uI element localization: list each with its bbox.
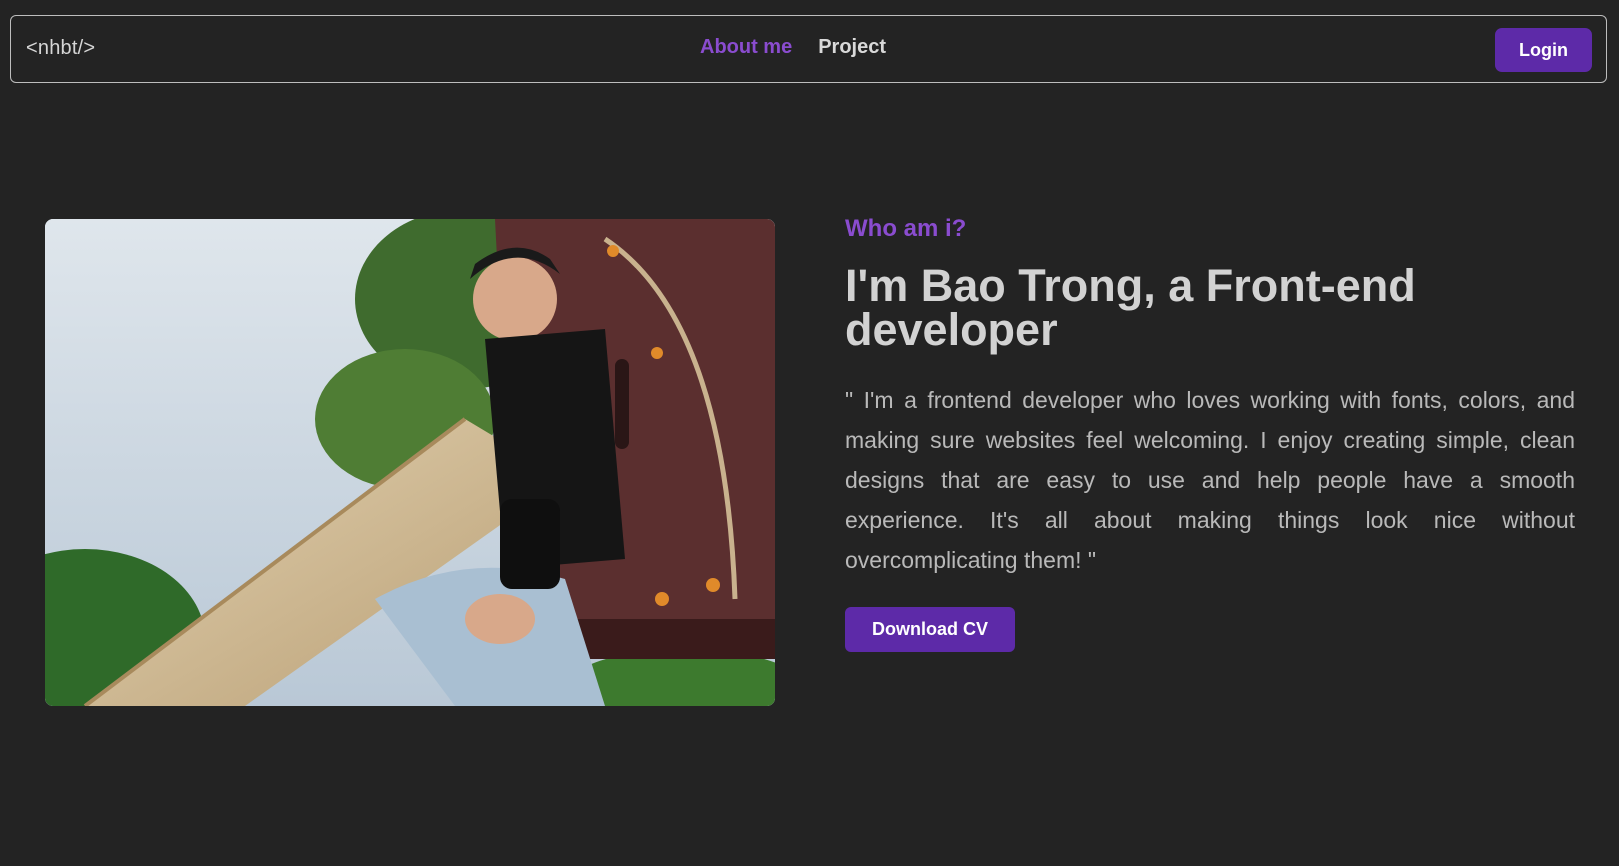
top-navbar: <nhbt/> About me Project Login	[10, 15, 1607, 83]
login-button[interactable]: Login	[1495, 28, 1592, 72]
download-cv-button[interactable]: Download CV	[845, 607, 1015, 652]
nav-links: About me Project	[700, 36, 886, 59]
hero-bio: " I'm a frontend developer who loves wor…	[845, 387, 1575, 573]
profile-photo-illustration	[45, 219, 775, 706]
nav-link-about-me[interactable]: About me	[700, 36, 792, 59]
hero-content: Who am i? I'm Bao Trong, a Front-end dev…	[845, 214, 1575, 652]
nav-link-project[interactable]: Project	[818, 36, 886, 59]
hero-eyebrow: Who am i?	[845, 215, 967, 242]
profile-photo	[45, 219, 775, 706]
site-logo[interactable]: <nhbt/>	[26, 37, 95, 60]
hero-headline: I'm Bao Trong, a Front-end developer	[845, 260, 1416, 355]
